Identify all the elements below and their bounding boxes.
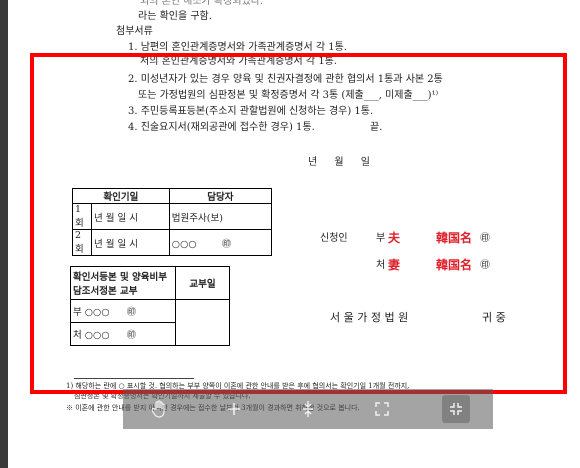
highlight-box — [30, 53, 567, 394]
fit-page-icon[interactable] — [294, 395, 322, 423]
attachments-heading: 첨부서류 — [116, 26, 153, 37]
plus-icon[interactable] — [220, 395, 248, 423]
hand-icon[interactable] — [146, 395, 174, 423]
exit-fullscreen-icon[interactable] — [442, 395, 470, 423]
doc-line: 라는 확인을 구함. — [138, 11, 212, 22]
doc-line: 외의 혼인 해소가 확정되었다. — [140, 0, 264, 7]
fullscreen-icon[interactable] — [368, 395, 396, 423]
viewer-toolbar — [123, 389, 493, 429]
